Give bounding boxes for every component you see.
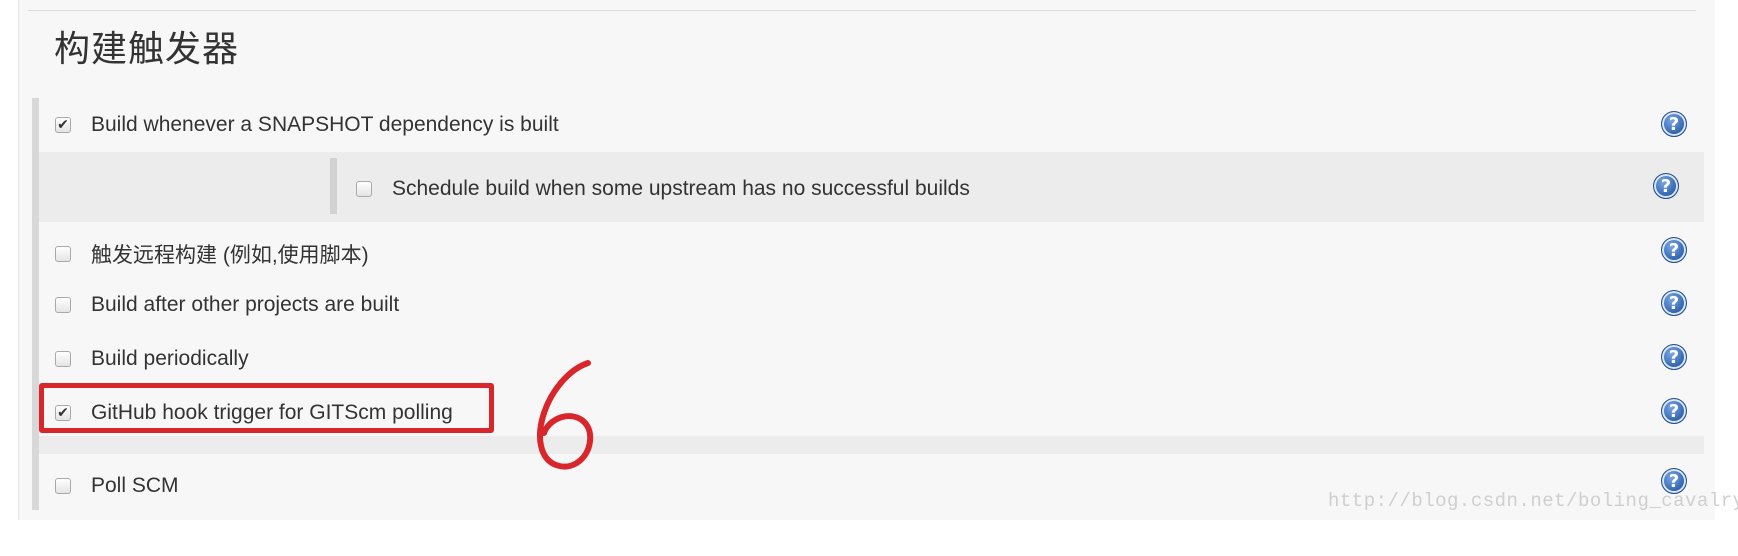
trigger-label: Build whenever a SNAPSHOT dependency is … (91, 113, 559, 136)
help-icon[interactable]: ? (1661, 398, 1687, 424)
section-title: 构建触发器 (54, 29, 240, 70)
trigger-poll-scm[interactable]: Poll SCM (55, 474, 179, 498)
trigger-label: Build after other projects are built (91, 293, 400, 316)
trigger-after-other-projects[interactable]: Build after other projects are built (55, 293, 399, 317)
handwritten-six-annotation (537, 360, 594, 470)
help-icon[interactable]: ? (1653, 173, 1679, 199)
checkbox-schedule-upstream[interactable] (356, 181, 372, 197)
trigger-label: Schedule build when some upstream has no… (392, 177, 970, 200)
watermark: http://blog.csdn.net/boling_cavalry (1328, 490, 1738, 512)
help-icon[interactable]: ? (1661, 111, 1687, 137)
trigger-label: Build periodically (91, 347, 249, 370)
checkbox-snapshot-dependency[interactable]: ✔ (55, 117, 71, 133)
row-separator-band (39, 436, 1704, 454)
trigger-label: 触发远程构建 (例如,使用脚本) (91, 244, 369, 267)
help-icon[interactable]: ? (1661, 237, 1687, 263)
divider (28, 10, 1696, 11)
checkbox-remote-build[interactable] (55, 246, 71, 262)
help-icon[interactable]: ? (1661, 290, 1687, 316)
trigger-periodically[interactable]: Build periodically (55, 347, 249, 371)
checkbox-poll-scm[interactable] (55, 478, 71, 494)
help-icon[interactable]: ? (1661, 344, 1687, 370)
trigger-remote-build[interactable]: 触发远程构建 (例如,使用脚本) (55, 239, 369, 269)
annotation-highlight-box (39, 383, 494, 433)
section-indent-bar (32, 98, 39, 510)
trigger-label: Poll SCM (91, 474, 179, 497)
checkbox-after-other-projects[interactable] (55, 297, 71, 313)
trigger-schedule-upstream[interactable]: Schedule build when some upstream has no… (356, 177, 970, 201)
checkbox-periodically[interactable] (55, 351, 71, 367)
nested-indent-bar (330, 158, 337, 214)
trigger-snapshot-dependency[interactable]: ✔ Build whenever a SNAPSHOT dependency i… (55, 113, 559, 137)
